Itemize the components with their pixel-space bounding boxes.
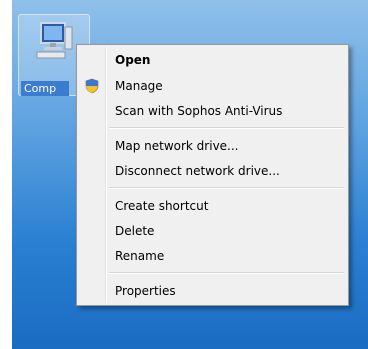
menu-item-delete[interactable]: Delete xyxy=(79,220,346,242)
menu-item-label: Rename xyxy=(115,249,165,263)
menu-item-label: Map network drive... xyxy=(115,139,239,153)
menu-separator xyxy=(109,272,344,274)
menu-item-label: Disconnect network drive... xyxy=(115,164,280,178)
context-menu: Open Manage Scan with Sophos Anti-Virus … xyxy=(76,44,349,306)
desktop-icon-label: Comp xyxy=(21,81,69,96)
menu-item-properties[interactable]: Properties xyxy=(79,280,346,302)
menu-item-create-shortcut[interactable]: Create shortcut xyxy=(79,195,346,217)
computer-icon xyxy=(36,22,73,59)
menu-separator xyxy=(109,127,344,129)
menu-item-manage[interactable]: Manage xyxy=(79,75,346,97)
menu-item-map-network-drive[interactable]: Map network drive... xyxy=(79,135,346,157)
menu-separator xyxy=(109,187,344,189)
menu-item-open[interactable]: Open xyxy=(79,49,346,71)
menu-item-label: Open xyxy=(115,53,151,67)
menu-item-label: Delete xyxy=(115,224,155,238)
uac-shield-icon xyxy=(85,78,99,94)
menu-item-label: Scan with Sophos Anti-Virus xyxy=(115,104,283,118)
menu-item-label: Create shortcut xyxy=(115,199,209,213)
menu-item-rename[interactable]: Rename xyxy=(79,245,346,267)
menu-item-label: Manage xyxy=(115,79,163,93)
menu-item-disconnect-network-drive[interactable]: Disconnect network drive... xyxy=(79,160,346,182)
menu-item-label: Properties xyxy=(115,284,176,298)
menu-item-scan-sophos[interactable]: Scan with Sophos Anti-Virus xyxy=(79,100,346,122)
